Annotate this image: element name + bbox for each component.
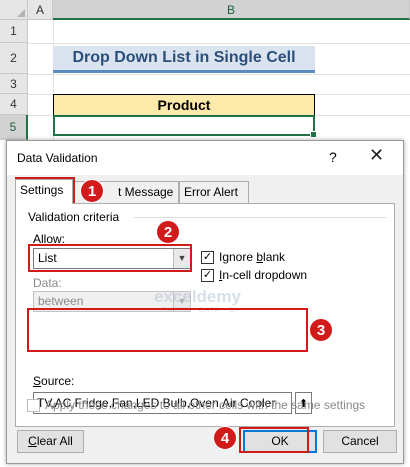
screenshot-root: A B 1 2 3 4 5 Drop Down List in Single C…: [0, 0, 410, 467]
ignore-blank-checkbox[interactable]: ✓: [201, 251, 214, 264]
gridline: [28, 43, 410, 44]
dialog-title: Data Validation: [17, 151, 98, 165]
clear-all-button[interactable]: Clear All: [17, 430, 84, 453]
column-header-a[interactable]: A: [28, 0, 53, 20]
validation-criteria-label: Validation criteria: [28, 210, 120, 224]
row-header-4[interactable]: 4: [0, 94, 28, 115]
in-cell-dropdown-checkbox[interactable]: ✓: [201, 269, 214, 282]
tab-error-alert[interactable]: Error Alert: [179, 181, 249, 203]
dialog-titlebar: Data Validation ? ✕: [7, 141, 403, 175]
ignore-blank-label: Ignore blank: [219, 250, 286, 264]
apply-all-checkbox[interactable]: [27, 399, 40, 412]
row-header-5[interactable]: 5: [0, 115, 28, 140]
help-button[interactable]: ?: [329, 149, 337, 165]
row-header-1[interactable]: 1: [0, 20, 28, 43]
row-header-2[interactable]: 2: [0, 43, 28, 74]
section-divider: [134, 217, 386, 218]
data-value: between: [38, 294, 84, 308]
highlight-source-field: [27, 308, 308, 352]
callout-badge-1: 1: [80, 179, 104, 203]
watermark-brand: exceldemy: [154, 287, 241, 306]
highlight-ok-button: [239, 427, 309, 453]
callout-badge-4: 4: [213, 426, 237, 450]
cancel-button[interactable]: Cancel: [323, 430, 397, 453]
tab-settings[interactable]: Settings: [15, 179, 73, 204]
row-header-3[interactable]: 3: [0, 74, 28, 94]
selected-cell-b5[interactable]: [53, 115, 317, 138]
close-icon[interactable]: ✕: [369, 145, 384, 166]
product-header-cell[interactable]: Product: [53, 94, 315, 116]
gridline: [28, 74, 410, 75]
callout-badge-2: 2: [156, 220, 180, 244]
select-all-corner[interactable]: [0, 0, 28, 20]
tab-strip: Settings t Message Error Alert: [15, 179, 395, 204]
source-label: Source:: [33, 374, 75, 388]
spreadsheet: A B 1 2 3 4 5 Drop Down List in Single C…: [0, 0, 410, 140]
title-cell[interactable]: Drop Down List in Single Cell: [53, 46, 315, 73]
column-header-b[interactable]: B: [53, 0, 410, 20]
in-cell-dropdown-label: In-cell dropdown: [219, 268, 308, 282]
highlight-allow-dropdown: [28, 244, 192, 272]
data-label: Data:: [33, 276, 62, 290]
callout-badge-3: 3: [309, 318, 333, 342]
apply-all-label: Apply these changes to all other cells w…: [45, 398, 366, 412]
